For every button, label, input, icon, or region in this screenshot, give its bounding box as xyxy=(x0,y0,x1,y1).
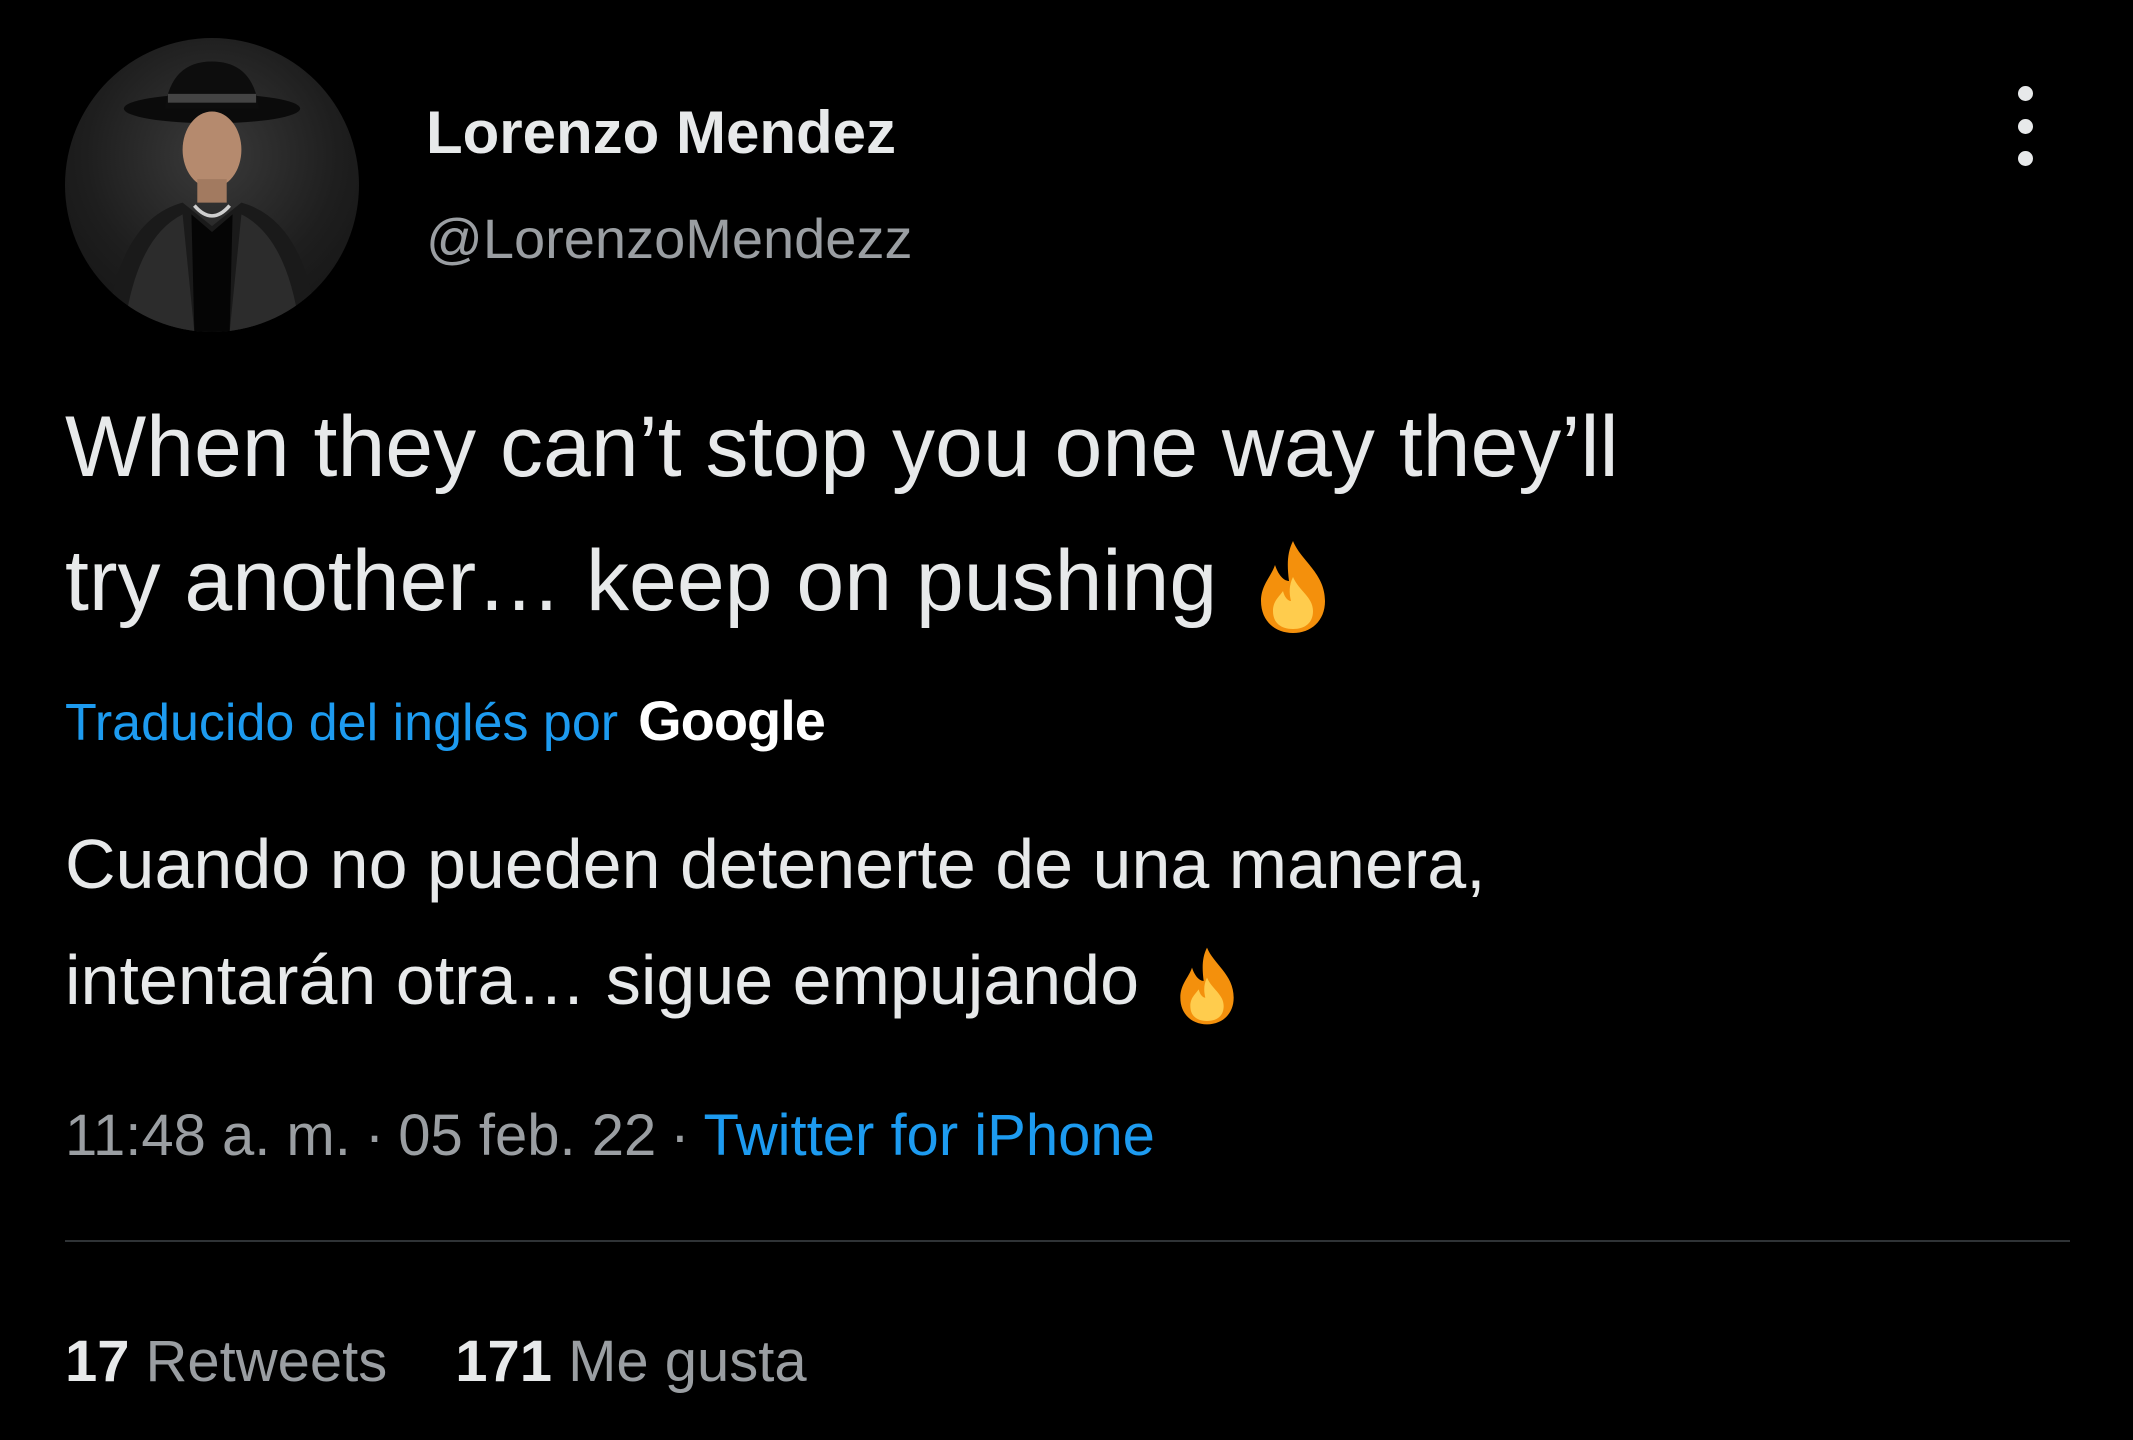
avatar-photo-icon xyxy=(106,61,318,332)
likes-stat[interactable]: 171 Me gusta xyxy=(455,1328,806,1395)
tweet-detail: Lorenzo Mendez @LorenzoMendezz When they… xyxy=(0,0,2133,1440)
tweet-source-link[interactable]: Twitter for iPhone xyxy=(704,1103,1155,1168)
retweets-stat[interactable]: 17 Retweets xyxy=(65,1328,387,1395)
retweets-count: 17 xyxy=(65,1329,130,1394)
divider xyxy=(65,1240,2070,1242)
tweet-text: When they can’t stop you one way they’ll… xyxy=(65,380,2065,648)
tweet-stats: 17 Retweets 171 Me gusta xyxy=(65,1328,807,1395)
tweet-text-content: When they can’t stop you one way they’ll… xyxy=(65,399,1619,629)
likes-label: Me gusta xyxy=(568,1329,807,1394)
translated-by[interactable]: Traducido del inglés por Google xyxy=(65,688,826,753)
likes-count: 171 xyxy=(455,1329,553,1394)
fire-emoji-icon xyxy=(1261,541,1326,634)
retweets-label: Retweets xyxy=(145,1329,388,1394)
translated-text: Cuando no pueden detenerte de una manera… xyxy=(65,806,2065,1038)
tweet-date[interactable]: 05 feb. 22 xyxy=(398,1103,656,1168)
translated-text-content: Cuando no pueden detenerte de una manera… xyxy=(65,825,1486,1019)
fire-emoji-icon xyxy=(1180,947,1234,1024)
avatar[interactable] xyxy=(65,38,359,332)
more-vertical-icon-dot xyxy=(2017,118,2033,134)
meta-separator: · xyxy=(670,1103,690,1168)
more-vertical-icon-dot xyxy=(2017,151,2033,166)
tweet-meta: 11:48 a. m. · 05 feb. 22 · Twitter for iPhon… xyxy=(65,1102,1155,1169)
translated-by-label[interactable]: Traducido del inglés por xyxy=(65,693,618,753)
user-handle[interactable]: @LorenzoMendezz xyxy=(426,206,912,271)
more-vertical-icon xyxy=(2017,86,2033,101)
display-name[interactable]: Lorenzo Mendez xyxy=(426,98,896,167)
more-options-button[interactable] xyxy=(2000,86,2050,166)
google-logo: Google xyxy=(638,689,826,752)
meta-separator: · xyxy=(364,1103,385,1168)
tweet-time[interactable]: 11:48 a. m. xyxy=(65,1103,351,1168)
